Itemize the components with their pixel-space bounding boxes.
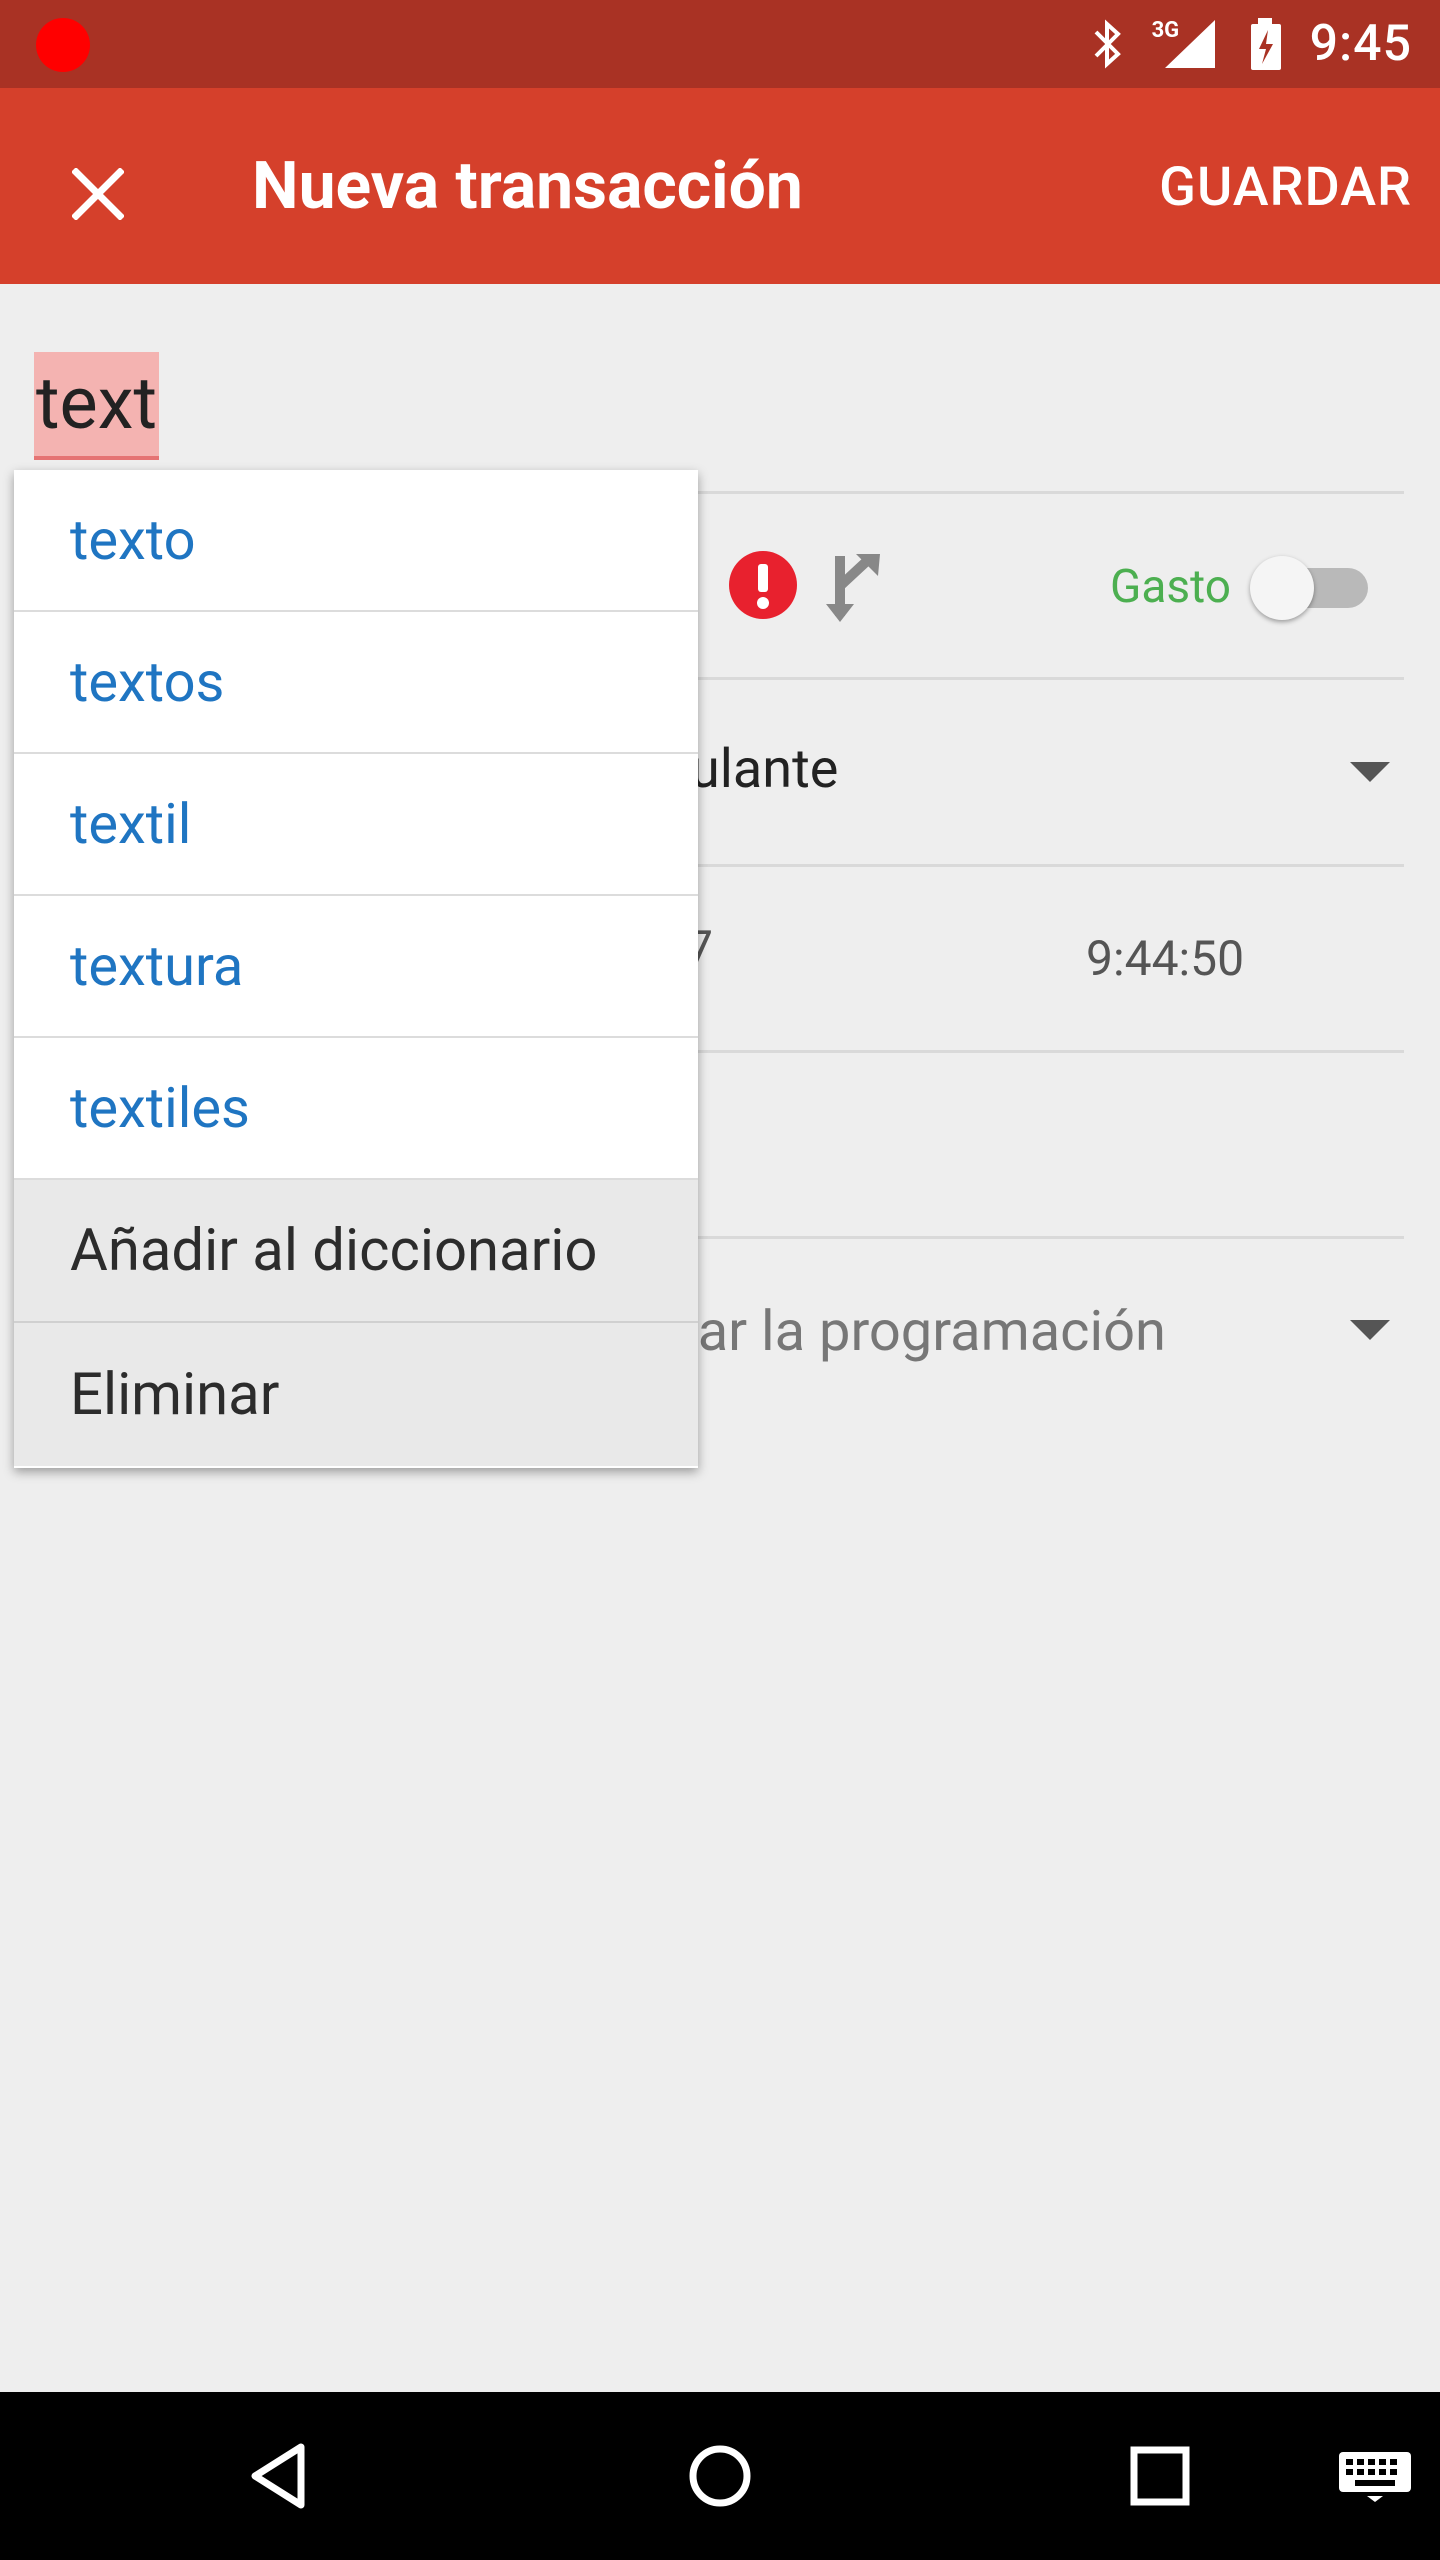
network-type-label: 3G	[1151, 18, 1180, 43]
status-bar: 3G 9:45	[0, 0, 1440, 88]
status-time: 9:45	[1309, 15, 1412, 73]
app-bar: Nueva transacción GUARDAR	[0, 88, 1440, 284]
toggle-thumb	[1250, 556, 1314, 620]
close-button[interactable]	[48, 144, 148, 244]
add-to-dictionary-button[interactable]: Añadir al diccionario	[14, 1180, 698, 1323]
account-select-value[interactable]: ulante	[690, 738, 838, 801]
warning-icon[interactable]	[728, 550, 798, 624]
bluetooth-icon	[1086, 16, 1130, 72]
signal-icon: 3G	[1152, 16, 1222, 72]
save-button[interactable]: GUARDAR	[1159, 156, 1412, 219]
schedule-select-value[interactable]: ear la programación	[668, 1298, 1166, 1364]
back-button[interactable]	[230, 2426, 330, 2526]
recents-button[interactable]	[1110, 2426, 1210, 2526]
back-icon	[251, 2443, 305, 2509]
page-title: Nueva transacción	[252, 148, 803, 225]
keyboard-icon	[1339, 2452, 1411, 2502]
split-icon[interactable]	[820, 546, 886, 630]
system-nav-bar	[0, 2392, 1440, 2560]
transaction-type-label: Gasto	[1110, 560, 1231, 614]
description-input[interactable]: text	[34, 352, 160, 460]
home-button[interactable]	[670, 2426, 770, 2526]
transaction-type-toggle[interactable]	[1250, 556, 1370, 620]
delete-word-button[interactable]: Eliminar	[14, 1323, 698, 1466]
suggestion-item[interactable]: texto	[14, 470, 698, 612]
keyboard-button[interactable]	[1320, 2426, 1430, 2526]
recording-dot-icon	[36, 18, 90, 72]
chevron-down-icon[interactable]	[1350, 762, 1390, 782]
suggestion-item[interactable]: textil	[14, 754, 698, 896]
chevron-down-icon[interactable]	[1350, 1320, 1390, 1340]
status-icons: 3G 9:45	[1086, 0, 1412, 88]
spell-suggestion-popup: texto textos textil textura textiles Aña…	[14, 470, 698, 1468]
battery-charging-icon	[1244, 16, 1288, 72]
suggestion-item[interactable]: textiles	[14, 1038, 698, 1180]
time-field[interactable]: 9:44:50	[1086, 930, 1244, 987]
home-icon	[689, 2445, 751, 2507]
recents-icon	[1130, 2446, 1190, 2506]
suggestion-item[interactable]: textura	[14, 896, 698, 1038]
close-icon	[72, 168, 124, 220]
suggestion-item[interactable]: textos	[14, 612, 698, 754]
